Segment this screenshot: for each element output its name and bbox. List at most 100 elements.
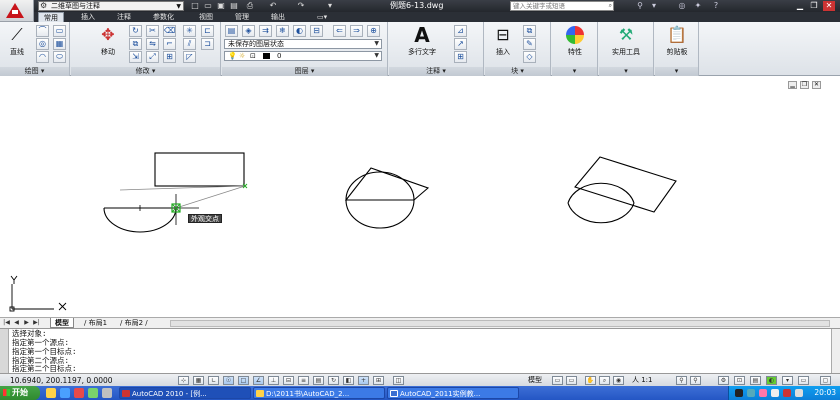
break-icon[interactable]: ⊏ bbox=[201, 25, 214, 37]
next-tab-icon[interactable]: ▶ bbox=[22, 319, 31, 327]
chevron-down-icon[interactable]: ▾ bbox=[648, 0, 660, 12]
new-file-icon[interactable]: □ bbox=[190, 1, 200, 11]
clipboard-panel-title[interactable]: ▾ bbox=[655, 67, 698, 76]
app-quicklaunch-icon[interactable] bbox=[102, 388, 112, 398]
layer-lock-icon[interactable]: ⊟ bbox=[310, 25, 323, 37]
layer-match-icon[interactable]: ⇉ bbox=[259, 25, 272, 37]
clipboard-button[interactable]: 📋 剪贴板 bbox=[657, 24, 697, 57]
drawing-area[interactable]: ▁ ❐ ✕ 外观交点 bbox=[0, 77, 840, 317]
scale-icon[interactable]: ⤢ bbox=[146, 51, 159, 63]
current-layer-dropdown[interactable]: 💡 ☼ ⊡ 0 ▼ bbox=[224, 51, 382, 61]
insert-button[interactable]: ⊟ 插入 bbox=[487, 24, 519, 57]
properties-panel-title[interactable]: ▾ bbox=[552, 67, 597, 76]
polar-tracking-icon[interactable]: ☉ bbox=[223, 376, 234, 385]
layer-freeze-icon[interactable]: ❄ bbox=[276, 25, 289, 37]
utilities-panel-title[interactable]: ▾ bbox=[599, 67, 653, 76]
mirror-icon[interactable]: ⇋ bbox=[146, 38, 159, 50]
minimize-icon[interactable]: ▁ bbox=[794, 1, 806, 11]
workspace-switching-icon[interactable]: ⚙ bbox=[718, 376, 729, 385]
restore-icon[interactable]: ❐ bbox=[808, 1, 820, 11]
selection-cycling-icon[interactable]: ↻ bbox=[328, 376, 339, 385]
status-menu-icon[interactable]: ▾ bbox=[782, 376, 793, 385]
layer-off-icon[interactable]: ◐ bbox=[293, 25, 306, 37]
auto-scale-icon[interactable]: ⚲ bbox=[690, 376, 701, 385]
tray-icon[interactable] bbox=[747, 389, 755, 397]
chamfer-icon[interactable]: ◸ bbox=[183, 51, 196, 63]
transparency-icon[interactable]: ◧ bbox=[343, 376, 354, 385]
network-icon[interactable] bbox=[795, 389, 803, 397]
properties-button[interactable]: 特性 bbox=[556, 24, 594, 57]
draw-panel-title[interactable]: 绘图 ▾ bbox=[0, 67, 69, 76]
stretch-icon[interactable]: ⇲ bbox=[129, 51, 142, 63]
zoom-icon[interactable]: ⌕ bbox=[599, 376, 610, 385]
ellipse-icon[interactable]: ⬭ bbox=[53, 51, 66, 63]
communication-center-icon[interactable]: ◎ bbox=[676, 0, 688, 12]
app-quicklaunch-icon[interactable] bbox=[88, 388, 98, 398]
polyline-icon[interactable]: ⌒ bbox=[36, 25, 49, 37]
tab-annotate[interactable]: 注释 bbox=[112, 12, 136, 22]
workspace-dropdown[interactable]: ⚙ 二维草图与注释 ▼ bbox=[38, 1, 184, 11]
undo-icon[interactable]: ↶ bbox=[268, 1, 278, 11]
array-icon[interactable]: ⊞ bbox=[163, 51, 176, 63]
snap-mode-icon[interactable]: ⊹ bbox=[178, 376, 189, 385]
object-snap-tracking-icon[interactable]: ∠ bbox=[253, 376, 264, 385]
help-icon[interactable]: ? bbox=[710, 0, 722, 12]
last-tab-icon[interactable]: ▶| bbox=[32, 319, 41, 327]
tab-manage[interactable]: 管理 bbox=[230, 12, 254, 22]
taskbar-item-folder[interactable]: D:\2011书\AutoCAD_2... bbox=[253, 387, 385, 399]
ribbon-minimize-icon[interactable]: ▭▾ bbox=[312, 12, 332, 22]
redo-icon[interactable]: ↷ bbox=[296, 1, 306, 11]
line-button[interactable]: ⟋ 直线 bbox=[2, 24, 32, 57]
command-window-grip[interactable] bbox=[0, 329, 9, 374]
3d-osnap-icon[interactable]: + bbox=[358, 376, 369, 385]
tab-insert[interactable]: 插入 bbox=[76, 12, 100, 22]
layer-state-dropdown[interactable]: 未保存的图层状态 ▼ bbox=[224, 39, 382, 49]
clean-screen-toggle-icon[interactable]: ▢ bbox=[820, 376, 831, 385]
explode-icon[interactable]: ✳ bbox=[183, 25, 196, 37]
tray-icon[interactable] bbox=[735, 389, 743, 397]
command-window[interactable]: 选择对象: 指定第一个源点: 指定第一个目标点: 指定第二个源点: 指定第二个目… bbox=[0, 328, 840, 374]
saveas-icon[interactable]: ▤ bbox=[229, 1, 239, 11]
browser-quicklaunch-icon[interactable] bbox=[60, 388, 70, 398]
object-snap-icon[interactable]: □ bbox=[238, 376, 249, 385]
annotation-visibility-icon[interactable]: ⚲ bbox=[676, 376, 687, 385]
clean-screen-icon[interactable]: ▭ bbox=[798, 376, 809, 385]
lock-ui-icon[interactable]: ⊡ bbox=[734, 376, 745, 385]
multiline-text-button[interactable]: A 多行文字 bbox=[393, 24, 451, 57]
ducs-icon[interactable]: ⊥ bbox=[268, 376, 279, 385]
ortho-mode-icon[interactable]: ∟ bbox=[208, 376, 219, 385]
pan-icon[interactable]: ✋ bbox=[585, 376, 596, 385]
command-scrollbar[interactable] bbox=[831, 329, 840, 374]
tab-output[interactable]: 输出 bbox=[266, 12, 290, 22]
arc-3-top[interactable] bbox=[567, 182, 635, 204]
grid-display-icon[interactable]: ▦ bbox=[193, 376, 204, 385]
tab-view[interactable]: 视图 bbox=[194, 12, 218, 22]
multileader-icon[interactable]: ↗ bbox=[454, 38, 467, 50]
start-button[interactable]: 开始 bbox=[0, 386, 40, 400]
layers-panel-title[interactable]: 图层 ▾ bbox=[222, 67, 387, 76]
layer-isolate-icon[interactable]: ◈ bbox=[242, 25, 255, 37]
annotation-monitor-icon[interactable]: ◫ bbox=[393, 376, 404, 385]
move-button[interactable]: ✥ 移动 bbox=[93, 24, 123, 57]
erase-icon[interactable]: ⌫ bbox=[163, 25, 176, 37]
quick-view-drawings-icon[interactable]: ▭ bbox=[566, 376, 577, 385]
quick-view-layouts-icon[interactable]: ▭ bbox=[552, 376, 563, 385]
dimension-icon[interactable]: ⊿ bbox=[454, 25, 467, 37]
circle-icon[interactable]: ◎ bbox=[36, 38, 49, 50]
rectangle-1[interactable] bbox=[154, 152, 245, 187]
open-file-icon[interactable]: ▭ bbox=[203, 1, 213, 11]
favorites-icon[interactable]: ✦ bbox=[692, 0, 704, 12]
edit-attributes-icon[interactable]: ◇ bbox=[523, 51, 536, 63]
tab-layout1[interactable]: / 布局1 bbox=[84, 318, 107, 328]
arc-1[interactable] bbox=[103, 207, 177, 233]
edit-block-icon[interactable]: ✎ bbox=[523, 38, 536, 50]
arc-2[interactable] bbox=[345, 199, 415, 229]
hardware-acceleration-icon[interactable]: ▤ bbox=[750, 376, 761, 385]
taskbar-item-autocad[interactable]: AutoCAD 2010 - [例... bbox=[119, 387, 251, 399]
steeringwheel-icon[interactable]: ◉ bbox=[613, 376, 624, 385]
tab-layout2[interactable]: / 布局2 / bbox=[120, 318, 148, 328]
block-panel-title[interactable]: 块 ▾ bbox=[485, 67, 550, 76]
tab-model[interactable]: 模型 bbox=[50, 318, 74, 328]
save-icon[interactable]: ▣ bbox=[216, 1, 226, 11]
hatch-icon[interactable]: ▦ bbox=[53, 38, 66, 50]
